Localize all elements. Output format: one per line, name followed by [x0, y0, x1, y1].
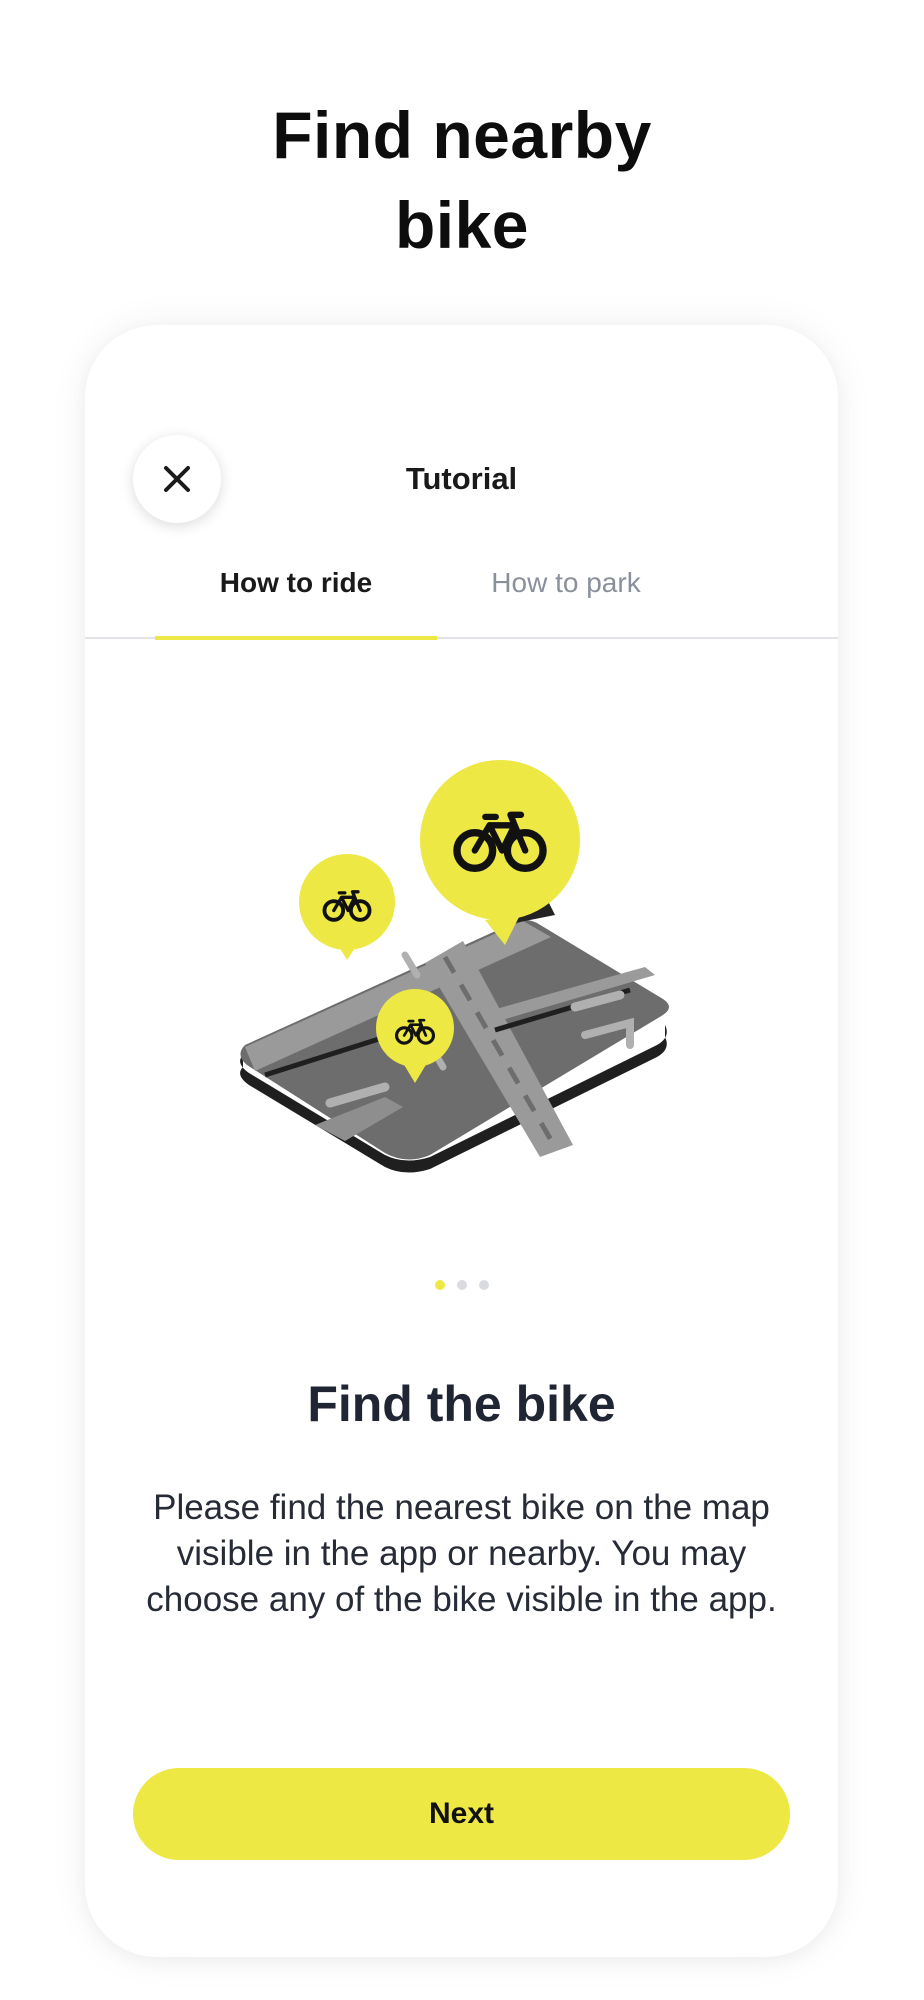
pagination-dot-3[interactable]	[478, 1280, 489, 1290]
tab-how-to-park[interactable]: How to park	[425, 555, 707, 637]
card-title: Tutorial	[405, 461, 518, 496]
pagination-dots	[85, 1280, 838, 1294]
map-icon	[240, 895, 670, 1173]
map-illustration	[240, 760, 670, 1173]
page-headline: Find nearby bike	[0, 90, 924, 270]
bike-pin-large	[420, 760, 580, 945]
pagination-dot-2[interactable]	[456, 1280, 467, 1290]
slide-description: Please find the nearest bike on the map …	[146, 1488, 777, 1619]
tab-how-to-ride[interactable]: How to ride	[155, 555, 437, 637]
bike-pin-medium	[299, 854, 395, 960]
tab-bar: How to ride How to park	[85, 555, 838, 640]
pagination-dot-1[interactable]	[434, 1280, 445, 1290]
slide-title: Find the bike	[307, 1376, 616, 1432]
next-button[interactable]: Next	[133, 1768, 790, 1860]
active-tab-indicator	[155, 636, 437, 640]
headline-line-2: bike	[394, 188, 530, 262]
tutorial-card: Tutorial How to ride How to park Find th…	[85, 325, 838, 1957]
headline-line-1: Find nearby	[272, 98, 652, 172]
